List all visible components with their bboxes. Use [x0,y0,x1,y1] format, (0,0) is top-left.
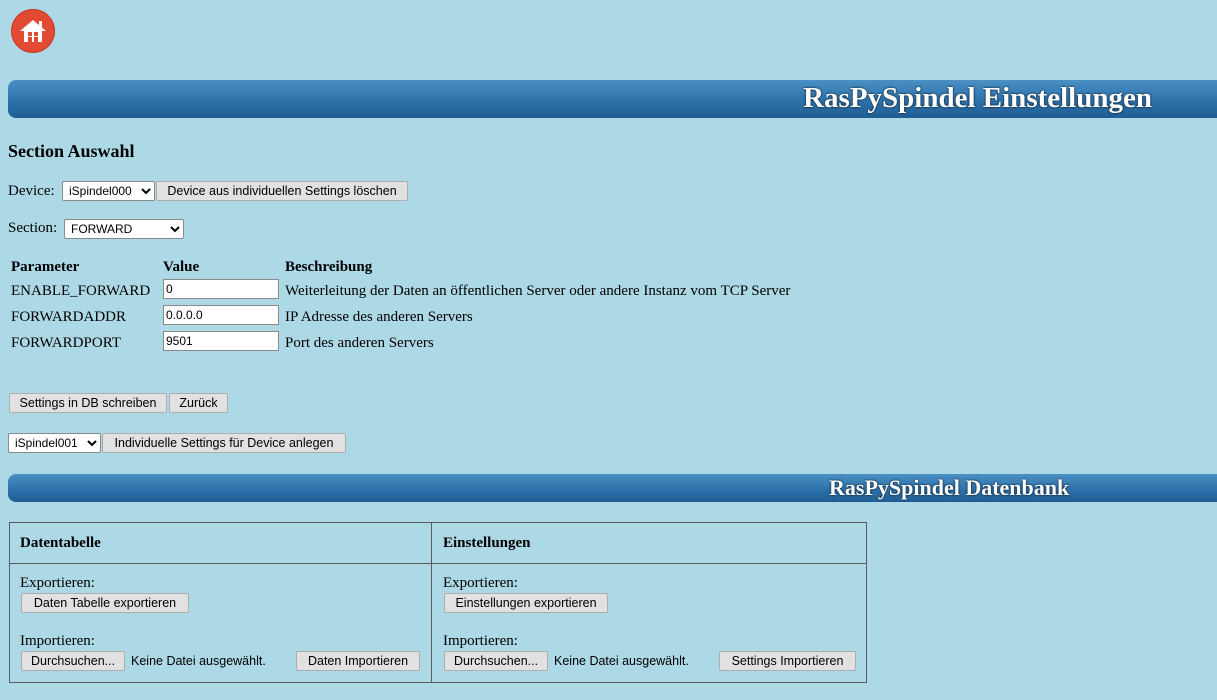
database-title: RasPySpindel Datenbank [829,475,1070,500]
einstellungen-header: Einstellungen [443,535,531,551]
page-title: RasPySpindel Einstellungen [803,82,1152,114]
param-header: Parameter [11,259,80,275]
param-name: FORWARDPORT [11,335,121,351]
export-label: Exportieren: [20,575,95,591]
home-icon [20,20,46,42]
description-header: Beschreibung [285,259,373,275]
no-file-text: Keine Datei ausgewählt. [554,654,689,668]
write-settings-button[interactable]: Settings in DB schreiben [9,393,167,413]
no-file-text: Keine Datei ausgewählt. [131,654,266,668]
import-label: Importieren: [20,633,95,649]
settings-banner: RasPySpindel Einstellungen [8,80,1217,118]
forward-port-input[interactable] [163,331,279,351]
delete-device-button[interactable]: Device aus individuellen Settings lösche… [156,181,408,201]
import-label: Importieren: [443,633,518,649]
database-banner: RasPySpindel Datenbank [8,474,1217,502]
section-label: Section: [8,220,58,236]
section-select[interactable]: FORWARD [64,219,184,239]
back-button[interactable]: Zurück [169,393,228,413]
device-select[interactable]: iSpindel000 [62,181,155,201]
value-header: Value [163,259,200,275]
forward-addr-input[interactable] [163,305,279,325]
create-settings-button[interactable]: Individuelle Settings für Device anlegen [102,433,346,453]
device-label: Device: [8,183,55,199]
browse-data-button[interactable]: Durchsuchen... [21,651,125,671]
enable-forward-input[interactable] [163,279,279,299]
param-name: FORWARDADDR [11,309,127,325]
home-button[interactable] [11,9,55,53]
param-description: IP Adresse des anderen Servers [285,309,473,325]
table-divider [431,522,432,683]
new-device-select[interactable]: iSpindel001 [8,433,101,453]
param-name: ENABLE_FORWARD [11,283,151,299]
export-label: Exportieren: [443,575,518,591]
browse-settings-button[interactable]: Durchsuchen... [444,651,548,671]
export-data-button[interactable]: Daten Tabelle exportieren [21,593,189,613]
param-description: Weiterleitung der Daten an öffentlichen … [285,283,791,299]
import-settings-button[interactable]: Settings Importieren [719,651,856,671]
export-settings-button[interactable]: Einstellungen exportieren [444,593,608,613]
param-description: Port des anderen Servers [285,335,434,351]
table-divider [9,563,867,564]
datentabelle-header: Datentabelle [20,535,101,551]
section-title: Section Auswahl [8,141,135,161]
import-data-button[interactable]: Daten Importieren [296,651,420,671]
